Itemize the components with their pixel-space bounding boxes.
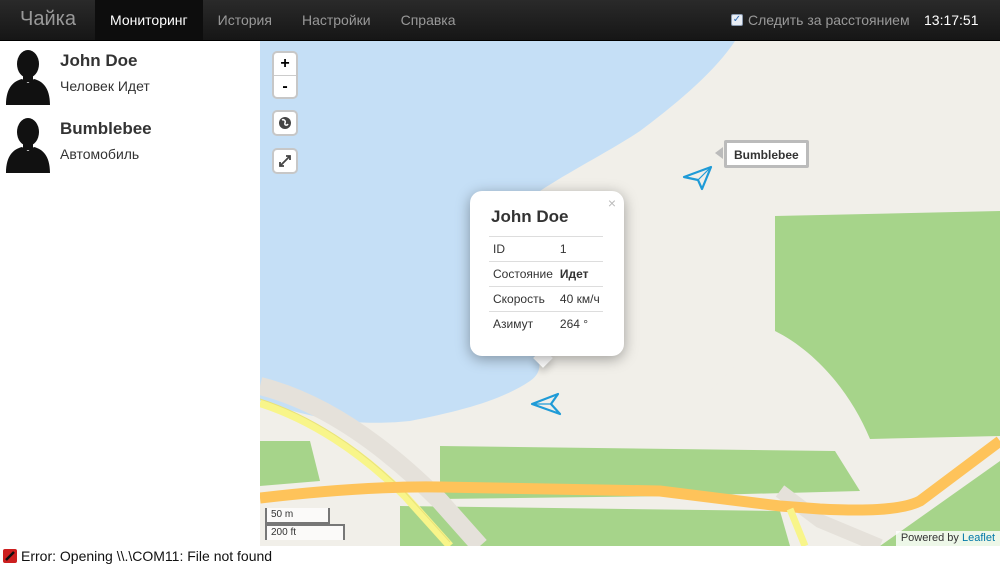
popup-key: ID xyxy=(489,236,558,262)
popup-row: Азимут 264 ° xyxy=(489,311,603,337)
popup-key: Азимут xyxy=(489,311,558,337)
main-nav: Мониторинг История Настройки Справка xyxy=(95,0,471,40)
nav-settings[interactable]: Настройки xyxy=(287,0,386,40)
clock: 13:17:51 xyxy=(924,12,979,28)
bumblebee-marker-icon[interactable] xyxy=(682,165,714,191)
attribution-prefix: Powered by xyxy=(900,532,959,544)
popup-close-button[interactable]: × xyxy=(608,195,616,211)
device-status: Человек Идет xyxy=(60,78,150,94)
john-doe-marker-icon[interactable] xyxy=(530,392,564,416)
device-status: Автомобиль xyxy=(60,146,140,162)
marker-label-tip xyxy=(715,147,723,159)
globe-icon xyxy=(279,117,291,129)
popup-row: Состояние Идет xyxy=(489,261,603,287)
track-distance-toggle[interactable]: ✓ Следить за расстоянием xyxy=(731,12,910,28)
track-distance-checkbox[interactable]: ✓ xyxy=(731,14,743,26)
device-popup: × John Doe ID 1 Состояние Идет Скорость … xyxy=(470,191,624,356)
error-icon xyxy=(3,549,17,563)
device-item-john-doe[interactable]: John Doe Человек Идет xyxy=(0,41,260,109)
popup-details-table: ID 1 Состояние Идет Скорость 40 км/ч Ази… xyxy=(489,236,603,337)
nav-history[interactable]: История xyxy=(203,0,287,40)
zoom-in-button[interactable]: + xyxy=(274,53,296,75)
nav-monitoring[interactable]: Мониторинг xyxy=(95,0,203,40)
map-scale: 50 m 200 ft xyxy=(265,508,345,540)
marker-label: Bumblebee xyxy=(724,140,809,168)
app-brand[interactable]: Чайка xyxy=(20,8,76,31)
scale-imperial: 200 ft xyxy=(265,524,345,540)
popup-title: John Doe xyxy=(491,207,569,226)
status-message: Error: Opening \\.\COM11: File not found xyxy=(21,548,273,564)
scale-metric: 50 m xyxy=(265,508,330,524)
zoom-control: + - xyxy=(272,51,298,99)
device-list: John Doe Человек Идет Bumblebee Автомоби… xyxy=(0,41,260,546)
device-item-bumblebee[interactable]: Bumblebee Автомобиль xyxy=(0,109,260,177)
layers-button[interactable] xyxy=(272,110,298,136)
attribution-link[interactable]: Leaflet xyxy=(962,532,995,544)
popup-key: Скорость xyxy=(489,286,558,312)
map-tiles[interactable] xyxy=(260,41,1000,546)
device-name: Bumblebee xyxy=(60,119,152,138)
popup-value: 264 ° xyxy=(557,311,603,337)
park-area xyxy=(260,441,320,486)
device-name: John Doe xyxy=(60,51,138,70)
status-bar: Error: Opening \\.\COM11: File not found xyxy=(0,546,1000,566)
popup-row: Скорость 40 км/ч xyxy=(489,286,603,312)
popup-value: Идет xyxy=(557,261,603,287)
map-view[interactable]: + - Bumblebee × John Doe ID 1 Состояние … xyxy=(260,41,1000,546)
popup-value: 40 км/ч xyxy=(557,286,603,312)
fullscreen-button[interactable] xyxy=(272,148,298,174)
top-navbar: Чайка Мониторинг История Настройки Справ… xyxy=(0,0,1000,41)
person-avatar-icon xyxy=(6,118,50,173)
popup-value: 1 xyxy=(557,236,603,262)
map-attribution: Powered by Leaflet xyxy=(895,531,1000,546)
expand-icon xyxy=(279,155,291,167)
nav-help[interactable]: Справка xyxy=(386,0,471,40)
popup-row: ID 1 xyxy=(489,236,603,262)
zoom-out-button[interactable]: - xyxy=(274,75,296,97)
track-distance-label: Следить за расстоянием xyxy=(748,12,910,28)
person-avatar-icon xyxy=(6,50,50,105)
popup-key: Состояние xyxy=(489,261,558,287)
